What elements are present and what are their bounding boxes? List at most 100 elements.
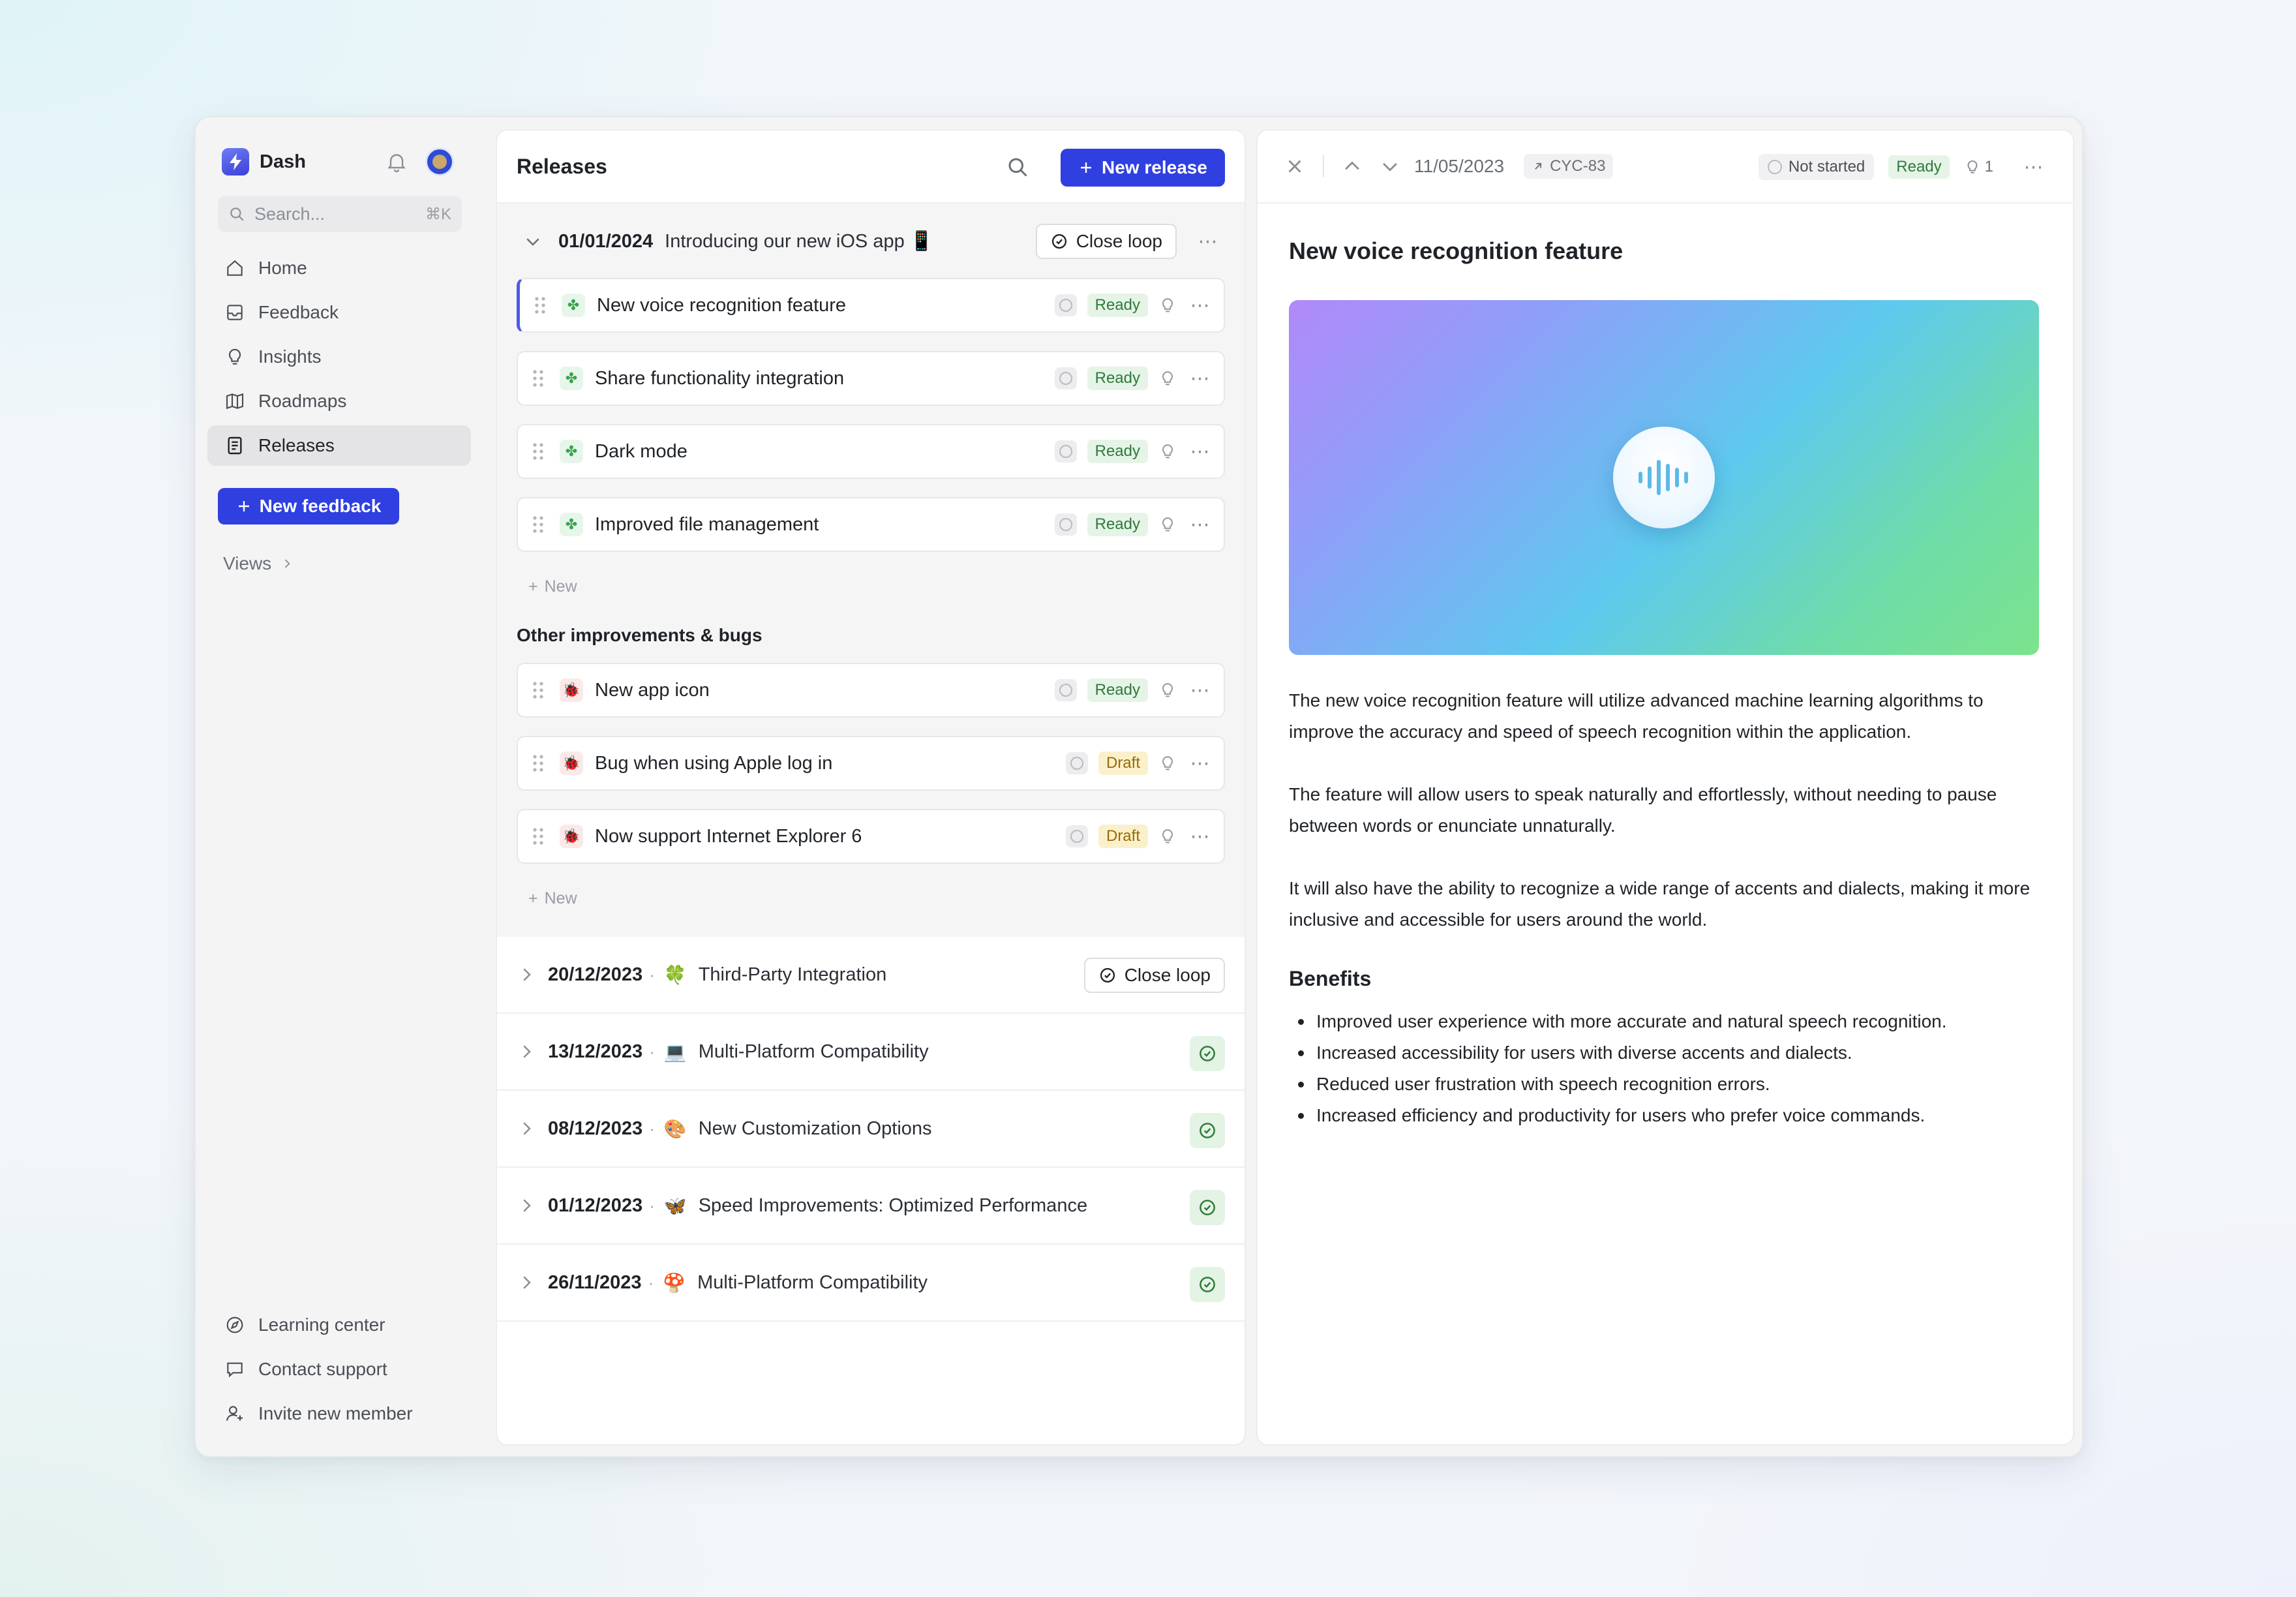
sidebar-item-label: Contact support <box>258 1359 387 1379</box>
bell-icon[interactable] <box>385 150 408 174</box>
add-new-item-button[interactable]: + New <box>517 570 1225 603</box>
status-badge[interactable]: Ready <box>1888 155 1950 179</box>
status-badge[interactable]: Draft <box>1098 825 1148 848</box>
sidebar-item-feedback[interactable]: Feedback <box>207 292 471 333</box>
chevron-up-icon[interactable] <box>1341 155 1363 177</box>
more-options-icon[interactable]: ⋯ <box>1187 438 1213 464</box>
more-options-icon[interactable]: ⋯ <box>1187 677 1213 703</box>
more-options-icon[interactable]: ⋯ <box>1187 750 1213 776</box>
release-row[interactable]: 20/12/2023 · 🍀 Third-Party Integration C… <box>497 937 1245 1014</box>
sidebar-item-releases[interactable]: Releases <box>207 425 471 466</box>
chevron-down-icon[interactable] <box>1379 155 1401 177</box>
home-icon <box>227 260 243 276</box>
status-circle-icon <box>1767 160 1782 174</box>
status-circle-icon[interactable] <box>1065 752 1088 774</box>
drag-handle-icon[interactable] <box>531 753 545 773</box>
list-item[interactable]: 🐞 New app icon Ready ⋯ <box>517 663 1225 718</box>
close-loop-button[interactable]: Close loop <box>1035 224 1177 259</box>
sidebar-item-learning-center[interactable]: Learning center <box>207 1305 471 1345</box>
loop-closed-icon[interactable] <box>1190 1036 1225 1071</box>
status-circle-icon[interactable] <box>1065 825 1088 847</box>
list-item[interactable]: ✤ New voice recognition feature Ready ⋯ <box>517 278 1225 333</box>
lightbulb-icon[interactable] <box>1158 368 1177 389</box>
sidebar-item-roadmaps[interactable]: Roadmaps <box>207 381 471 421</box>
status-circle-icon[interactable] <box>1054 367 1077 389</box>
more-options-icon[interactable]: ⋯ <box>2021 154 2047 180</box>
more-options-icon[interactable]: ⋯ <box>1187 823 1213 849</box>
loop-closed-icon[interactable] <box>1190 1267 1225 1302</box>
search-icon[interactable] <box>1006 155 1029 179</box>
list-item[interactable]: ✤ Improved file management Ready ⋯ <box>517 497 1225 552</box>
loop-closed-icon[interactable] <box>1190 1113 1225 1148</box>
close-loop-button[interactable]: Close loop <box>1083 958 1225 993</box>
more-options-icon[interactable]: ⋯ <box>1187 511 1213 538</box>
check-circle-icon <box>1100 967 1115 983</box>
chevron-right-icon[interactable] <box>517 965 536 984</box>
release-row[interactable]: 13/12/2023 · 💻 Multi-Platform Compatibil… <box>497 1014 1245 1091</box>
more-options-icon[interactable]: ⋯ <box>1195 228 1221 254</box>
status-badge[interactable]: Ready <box>1087 367 1148 390</box>
status-circle-icon[interactable] <box>1054 513 1077 536</box>
status-selector[interactable]: Not started <box>1758 154 1875 180</box>
status-badge[interactable]: Ready <box>1087 513 1148 536</box>
release-name: New Customization Options <box>698 1118 932 1139</box>
description-paragraph: The feature will allow users to speak na… <box>1289 784 1997 836</box>
list-item: Increased accessibility for users with d… <box>1289 1037 2046 1069</box>
views-toggle[interactable]: Views <box>223 553 294 574</box>
drag-handle-icon[interactable] <box>533 296 547 315</box>
status-badge[interactable]: Ready <box>1087 440 1148 463</box>
chevron-right-icon[interactable] <box>517 1273 536 1292</box>
list-item[interactable]: ✤ Dark mode Ready ⋯ <box>517 424 1225 479</box>
release-row[interactable]: 08/12/2023 · 🎨 New Customization Options <box>497 1091 1245 1168</box>
status-circle-icon[interactable] <box>1054 440 1077 463</box>
lightbulb-icon[interactable] <box>1158 441 1177 462</box>
drag-handle-icon[interactable] <box>531 515 545 534</box>
drag-handle-icon[interactable] <box>531 827 545 846</box>
lightbulb-icon[interactable] <box>1158 680 1177 701</box>
sidebar-item-contact-support[interactable]: Contact support <box>207 1349 471 1390</box>
lightbulb-icon[interactable] <box>1158 514 1177 535</box>
release-header[interactable]: 01/01/2024 Introducing our new iOS app 📱… <box>517 215 1225 267</box>
new-feedback-button[interactable]: New feedback <box>218 488 399 525</box>
more-options-icon[interactable]: ⋯ <box>1187 292 1213 318</box>
chevron-right-icon[interactable] <box>517 1196 536 1215</box>
map-icon <box>226 393 244 410</box>
list-item[interactable]: 🐞 Now support Internet Explorer 6 Draft … <box>517 809 1225 864</box>
search-input[interactable]: Search... ⌘K <box>218 196 462 232</box>
drag-handle-icon[interactable] <box>531 369 545 388</box>
clover-icon: ✤ <box>560 513 583 536</box>
app-logo-icon[interactable] <box>222 148 249 175</box>
close-icon[interactable] <box>1284 155 1306 177</box>
status-badge[interactable]: Ready <box>1087 294 1148 317</box>
loop-closed-icon[interactable] <box>1190 1190 1225 1225</box>
more-options-icon[interactable]: ⋯ <box>1187 365 1213 391</box>
sidebar-item-home[interactable]: Home <box>207 248 471 288</box>
list-item[interactable]: ✤ Share functionality integration Ready … <box>517 351 1225 406</box>
drag-handle-icon[interactable] <box>531 680 545 700</box>
lightbulb-icon[interactable] <box>1158 753 1177 774</box>
item-title: New app icon <box>595 679 710 701</box>
release-row[interactable]: 26/11/2023 · 🍄 Multi-Platform Compatibil… <box>497 1245 1245 1322</box>
drag-handle-icon[interactable] <box>531 442 545 461</box>
avatar[interactable] <box>425 147 454 176</box>
status-badge[interactable]: Ready <box>1087 678 1148 702</box>
sidebar-item-insights[interactable]: Insights <box>207 337 471 377</box>
issue-id-link[interactable]: CYC-83 <box>1524 154 1614 179</box>
lightbulb-icon[interactable] <box>1158 826 1177 847</box>
list-item[interactable]: 🐞 Bug when using Apple log in Draft ⋯ <box>517 736 1225 791</box>
chevron-right-icon[interactable] <box>517 1119 536 1138</box>
new-release-button[interactable]: New release <box>1061 149 1225 187</box>
release-name: Third-Party Integration <box>698 964 887 985</box>
status-circle-icon[interactable] <box>1054 294 1077 316</box>
insights-count[interactable]: 1 <box>1964 158 1993 176</box>
add-new-item-button[interactable]: + New <box>517 882 1225 915</box>
separator: · <box>649 1041 655 1061</box>
release-row[interactable]: 01/12/2023 · 🦋 Speed Improvements: Optim… <box>497 1168 1245 1245</box>
lightbulb-icon[interactable] <box>1158 295 1177 316</box>
sidebar-item-label: Roadmaps <box>258 391 347 411</box>
chevron-down-icon[interactable] <box>523 232 543 251</box>
chevron-right-icon[interactable] <box>517 1042 536 1061</box>
sidebar-item-invite-member[interactable]: Invite new member <box>207 1393 471 1434</box>
status-circle-icon[interactable] <box>1054 679 1077 701</box>
status-badge[interactable]: Draft <box>1098 752 1148 775</box>
